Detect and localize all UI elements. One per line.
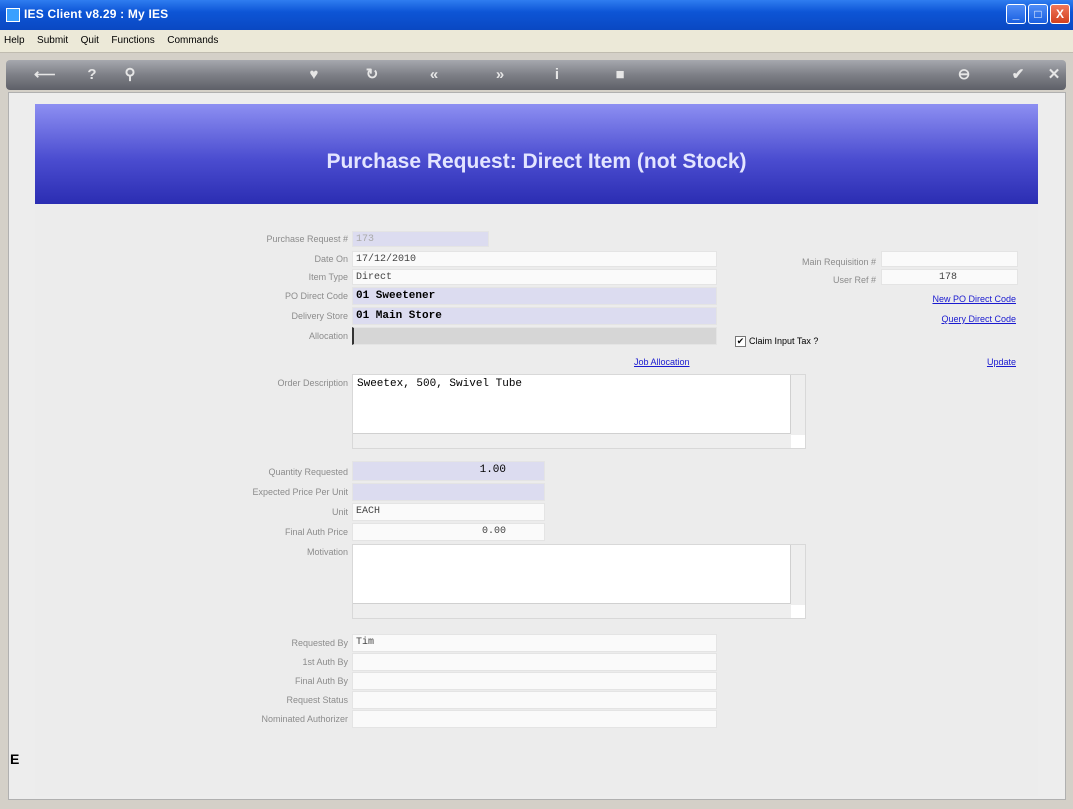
first-auth-field [352, 653, 717, 671]
unit-field[interactable]: EACH [352, 503, 545, 521]
window-title: IES Client v8.29 : My IES [24, 7, 169, 21]
allocation-label: Allocation [308, 331, 348, 341]
close-icon[interactable]: ✕ [1044, 65, 1064, 85]
request-status-field [352, 691, 717, 709]
minimize-button[interactable]: _ [1006, 4, 1026, 24]
minus-icon[interactable]: ⊖ [954, 65, 974, 85]
nominated-authorizer-field[interactable] [352, 710, 717, 728]
order-description-text: Sweetex, 500, Swivel Tube [357, 378, 523, 390]
maximize-button[interactable]: □ [1028, 4, 1048, 24]
left-edge-glyph: E [10, 751, 20, 767]
requested-by-field: Tim [352, 634, 717, 652]
stop-icon[interactable]: ■ [610, 65, 630, 85]
quantity-field[interactable]: 1.00 [352, 461, 545, 481]
item-type-field[interactable]: Direct [352, 269, 717, 285]
app-icon [6, 8, 20, 22]
order-description-label: Order Description [277, 378, 348, 388]
expected-price-field[interactable] [352, 483, 545, 501]
new-po-direct-code-link[interactable]: New PO Direct Code [932, 294, 1016, 304]
back-arrow-icon[interactable]: ⟵ [34, 65, 56, 85]
menu-submit[interactable]: Submit [33, 30, 72, 46]
menu-functions[interactable]: Functions [107, 30, 158, 46]
heart-icon[interactable]: ♥ [304, 65, 324, 85]
check-icon[interactable]: ✔ [1008, 65, 1028, 85]
user-ref-label: User Ref # [832, 275, 876, 285]
order-description-textarea[interactable]: Sweetex, 500, Swivel Tube [352, 374, 806, 449]
po-direct-code-field[interactable]: 01 Sweetener [352, 287, 717, 305]
search-icon[interactable]: ⚲ [120, 65, 140, 85]
menu-help[interactable]: Help [0, 30, 29, 46]
refresh-icon[interactable]: ↻ [362, 65, 382, 85]
allocation-field[interactable] [352, 327, 717, 345]
purchase-request-field: 173 [352, 231, 489, 247]
form-area: Purchase Request # 173 Date On 17/12/201… [35, 204, 1038, 796]
quantity-label: Quantity Requested [268, 467, 348, 477]
first-auth-label: 1st Auth By [302, 657, 348, 667]
request-status-label: Request Status [286, 695, 348, 705]
menu-quit[interactable]: Quit [77, 30, 103, 46]
date-on-label: Date On [314, 254, 348, 264]
user-ref-field[interactable]: 178 [881, 269, 1018, 285]
motivation-textarea[interactable] [352, 544, 806, 619]
item-type-label: Item Type [308, 272, 348, 282]
final-auth-by-label: Final Auth By [294, 676, 348, 686]
rewind-icon[interactable]: « [424, 65, 444, 85]
close-button[interactable]: X [1050, 4, 1070, 24]
date-on-field[interactable]: 17/12/2010 [352, 251, 717, 267]
menu-commands[interactable]: Commands [163, 30, 222, 46]
claim-input-tax-label: Claim Input Tax ? [749, 336, 819, 346]
banner: Purchase Request: Direct Item (not Stock… [35, 104, 1038, 204]
motivation-label: Motivation [306, 547, 348, 557]
update-link[interactable]: Update [987, 357, 1016, 367]
final-auth-price-field: 0.00 [352, 523, 545, 541]
fast-forward-icon[interactable]: » [490, 65, 510, 85]
help-icon[interactable]: ? [82, 65, 102, 85]
page-title: Purchase Request: Direct Item (not Stock… [326, 150, 747, 173]
vertical-scrollbar[interactable] [790, 545, 805, 605]
menu-bar: Help Submit Quit Functions Commands [0, 30, 1073, 53]
checkbox-check-icon: ✔ [735, 336, 746, 348]
main-requisition-field[interactable] [881, 251, 1018, 267]
claim-input-tax-checkbox[interactable]: ✔ Claim Input Tax ? [735, 336, 819, 348]
toolbar: ⟵ ? ⚲ ♥ ↻ « » i ■ ⊖ ✔ ✕ [6, 60, 1066, 90]
nominated-authorizer-label: Nominated Authorizer [261, 714, 348, 724]
final-auth-by-field [352, 672, 717, 690]
info-icon[interactable]: i [547, 65, 567, 85]
purchase-request-label: Purchase Request # [266, 234, 348, 244]
horizontal-scrollbar[interactable] [353, 433, 791, 448]
main-requisition-label: Main Requisition # [801, 257, 876, 267]
po-direct-code-label: PO Direct Code [284, 291, 348, 301]
job-allocation-link[interactable]: Job Allocation [634, 357, 690, 367]
final-auth-price-label: Final Auth Price [284, 527, 348, 537]
horizontal-scrollbar[interactable] [353, 603, 791, 618]
expected-price-label: Expected Price Per Unit [252, 487, 348, 497]
unit-label: Unit [331, 507, 348, 517]
delivery-store-label: Delivery Store [291, 311, 348, 321]
vertical-scrollbar[interactable] [790, 375, 805, 435]
delivery-store-field[interactable]: 01 Main Store [352, 307, 717, 325]
window-titlebar: IES Client v8.29 : My IES _ □ X [0, 0, 1073, 30]
query-direct-code-link[interactable]: Query Direct Code [941, 314, 1016, 324]
requested-by-label: Requested By [291, 638, 348, 648]
